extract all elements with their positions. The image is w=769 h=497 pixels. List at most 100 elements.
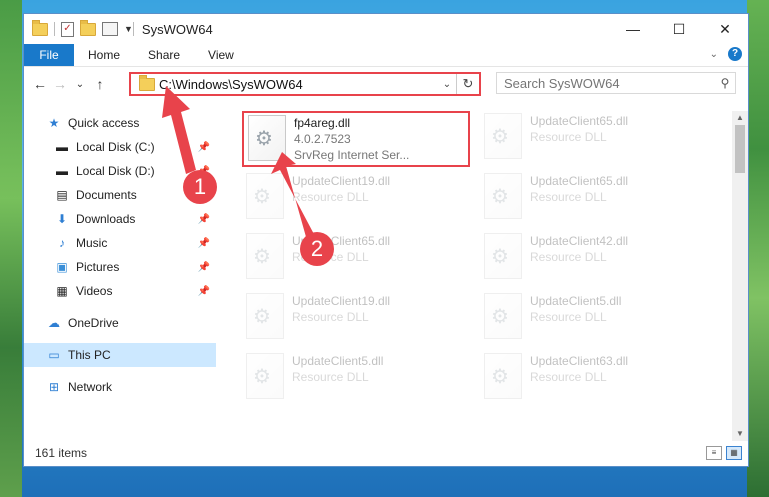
window-controls: — ☐ ✕	[610, 14, 748, 44]
large-icons-view-icon[interactable]: ▦	[726, 446, 742, 460]
dll-file-icon	[248, 115, 286, 161]
file-description: Resource DLL	[292, 370, 369, 384]
file-description: Resource DLL	[530, 130, 607, 144]
file-tile[interactable]: UpdateClient19.dll Resource DLL	[242, 171, 470, 227]
tab-home[interactable]: Home	[74, 44, 134, 66]
ribbon-right: ⌄ ?	[710, 47, 742, 61]
address-bar[interactable]: C:\Windows\SysWOW64 ⌄ ↻	[129, 72, 481, 96]
sidebar-item-this-pc[interactable]: ▭ This PC	[24, 343, 216, 367]
search-input[interactable]	[497, 74, 715, 92]
videos-icon: ▦	[56, 284, 68, 298]
pin-icon[interactable]: 📌	[198, 286, 210, 297]
sidebar-item-label: Documents	[76, 188, 137, 202]
maximize-button[interactable]: ☐	[656, 14, 702, 44]
quick-access-toolbar: ✓ ▼	[24, 19, 133, 37]
search-icon[interactable]: ⚲	[715, 76, 735, 90]
drive-icon: ▬	[56, 164, 68, 178]
up-button[interactable]: ↑	[90, 76, 110, 92]
dll-file-icon	[484, 113, 522, 159]
sidebar-item-label: Videos	[76, 284, 113, 298]
close-button[interactable]: ✕	[702, 14, 748, 44]
music-icon: ♪	[59, 236, 65, 250]
file-version: 4.0.2.7523	[294, 132, 351, 146]
sidebar-item-pictures[interactable]: ▣ Pictures 📌	[24, 255, 216, 279]
file-tile[interactable]: UpdateClient65.dll Resource DLL	[480, 171, 708, 227]
pin-icon[interactable]: 📌	[198, 262, 210, 273]
star-icon: ★	[48, 116, 60, 130]
explorer-window: ✓ ▼ SysWOW64 — ☐ ✕ File Home Share View …	[23, 13, 749, 467]
search-box[interactable]: ⚲	[496, 72, 736, 94]
scrollbar-thumb[interactable]	[735, 125, 745, 173]
pictures-icon: ▣	[56, 260, 68, 274]
navigation-pane: ★ Quick access ▬ Local Disk (C:) 📌 ▬ Loc…	[24, 111, 216, 441]
background-foliage-right	[747, 0, 769, 497]
file-info: fp4areg.dll 4.0.2.7523 SrvReg Internet S…	[294, 113, 409, 162]
properties-icon[interactable]	[102, 22, 118, 36]
file-description: SrvReg Internet Ser...	[294, 148, 410, 162]
details-view-icon[interactable]: ≡	[706, 446, 722, 460]
sidebar-item-downloads[interactable]: ⬇ Downloads 📌	[24, 207, 216, 231]
dll-file-icon	[246, 293, 284, 339]
drive-icon: ▬	[56, 140, 68, 154]
file-tile[interactable]: UpdateClient5.dll Resource DLL	[242, 351, 470, 407]
expand-ribbon-icon[interactable]: ⌄	[710, 49, 718, 60]
help-icon[interactable]: ?	[728, 47, 742, 61]
back-button[interactable]: ←	[30, 76, 50, 92]
sidebar-item-onedrive[interactable]: ☁ OneDrive	[24, 311, 216, 335]
forward-button[interactable]: →	[50, 76, 70, 92]
tab-view[interactable]: View	[194, 44, 248, 66]
file-tile[interactable]: UpdateClient65.dll Resource DLL	[480, 111, 708, 167]
file-description: Resource DLL	[530, 370, 607, 384]
properties-check-icon[interactable]: ✓	[61, 21, 74, 37]
minimize-button[interactable]: —	[610, 14, 656, 44]
navigation-bar: ← → ⌄ ↑ C:\Windows\SysWOW64 ⌄ ↻ ⚲	[24, 67, 748, 101]
refresh-icon[interactable]: ↻	[456, 74, 479, 94]
file-description: Resource DLL	[530, 250, 607, 264]
file-tile[interactable]: UpdateClient42.dll Resource DLL	[480, 231, 708, 287]
sidebar-item-network[interactable]: ⊞ Network	[24, 375, 216, 399]
file-name: UpdateClient19.dll	[292, 174, 391, 188]
sidebar-item-label: Downloads	[76, 212, 136, 226]
file-tile[interactable]: UpdateClient65.dll Resource DLL	[242, 231, 470, 287]
background-foliage-left	[0, 0, 22, 497]
ribbon-tabs: File Home Share View ⌄ ?	[24, 44, 748, 67]
scroll-down-icon[interactable]: ▼	[732, 427, 748, 441]
sidebar-item-music[interactable]: ♪ Music 📌	[24, 231, 216, 255]
sidebar-item-label: This PC	[68, 348, 111, 362]
scroll-up-icon[interactable]: ▲	[732, 111, 748, 125]
tab-file[interactable]: File	[24, 44, 74, 66]
divider	[132, 22, 134, 36]
dll-file-icon	[484, 353, 522, 399]
pin-icon[interactable]: 📌	[198, 238, 210, 249]
sidebar-item-quick-access[interactable]: ★ Quick access	[24, 111, 216, 135]
view-switcher: ≡ ▦	[706, 446, 742, 460]
step-badge-2: 2	[300, 232, 334, 266]
address-path[interactable]: C:\Windows\SysWOW64	[159, 77, 438, 92]
file-description: Resource DLL	[292, 310, 369, 324]
computer-icon: ▭	[48, 348, 60, 362]
file-tile[interactable]: UpdateClient19.dll Resource DLL	[242, 291, 470, 347]
file-tile[interactable]: UpdateClient5.dll Resource DLL	[480, 291, 708, 347]
recent-locations-button[interactable]: ⌄	[70, 79, 90, 90]
file-name: UpdateClient19.dll	[292, 294, 391, 308]
sidebar-item-videos[interactable]: ▦ Videos 📌	[24, 279, 216, 303]
file-tile-fp4areg[interactable]: fp4areg.dll 4.0.2.7523 SrvReg Internet S…	[242, 111, 470, 167]
sidebar-item-label: Local Disk (C:)	[76, 140, 155, 154]
sidebar-item-local-disk-c[interactable]: ▬ Local Disk (C:) 📌	[24, 135, 216, 159]
step-badge-1: 1	[183, 170, 217, 204]
pin-icon[interactable]: 📌	[198, 142, 210, 153]
divider	[54, 22, 55, 36]
pin-icon[interactable]: 📌	[198, 214, 210, 225]
vertical-scrollbar[interactable]: ▲ ▼	[732, 111, 748, 441]
sidebar-item-label: Quick access	[68, 116, 140, 130]
new-folder-icon[interactable]	[80, 19, 96, 36]
folder-icon	[139, 74, 155, 91]
status-bar: 161 items ≡ ▦	[24, 440, 748, 466]
customize-dropdown-icon[interactable]: ▼	[124, 24, 133, 34]
tab-share[interactable]: Share	[134, 44, 194, 66]
file-tile[interactable]: UpdateClient63.dll Resource DLL	[480, 351, 708, 407]
file-description: Resource DLL	[530, 190, 607, 204]
chevron-down-icon[interactable]: ⌄	[438, 79, 456, 90]
item-count: 161 items	[35, 446, 88, 460]
sidebar-item-label: Network	[68, 380, 113, 394]
